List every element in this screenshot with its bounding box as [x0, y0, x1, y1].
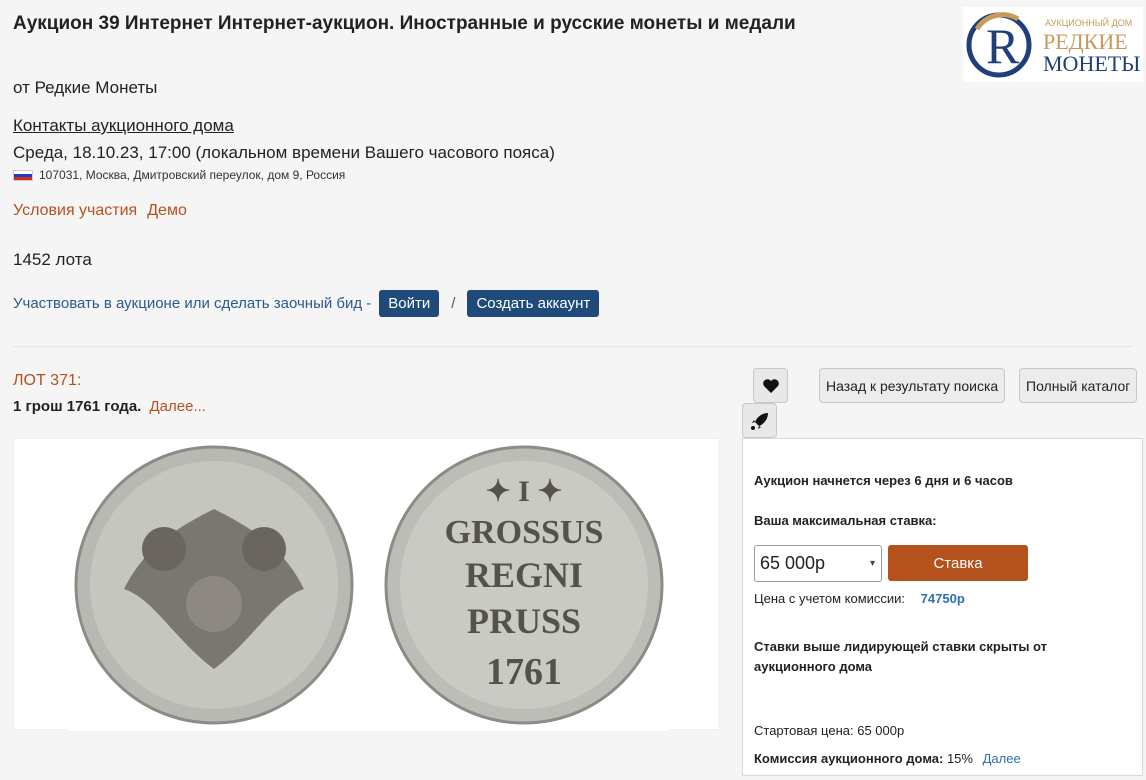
auction-house-name: от Редкие Монеты [13, 78, 158, 97]
demo-link[interactable]: Демо [147, 202, 187, 220]
auction-date: Среда, 18.10.23, 17:00 (локальном времен… [13, 143, 555, 162]
heart-icon [762, 378, 779, 393]
participate-text: Участвовать в аукционе или сделать заочн… [13, 295, 372, 312]
start-price-value: 65 000р [857, 723, 905, 738]
commission-price-row: Цена с учетом комиссии: 74750р [754, 591, 965, 606]
start-price-row: Стартовая цена: 65 000р [754, 723, 904, 738]
house-commission-value: 15% [946, 751, 973, 766]
house-commission-more-link[interactable]: Далее [983, 751, 1021, 766]
separator: / [451, 295, 456, 312]
chevron-down-icon: ▾ [869, 558, 875, 569]
lot-photo[interactable]: ✦ I ✦ GROSSUS REGNI PRUSS 1761 [13, 438, 719, 731]
reverse-legend-line-5: 1761 [486, 651, 562, 693]
terms-links: Условия участия Демо [13, 202, 187, 220]
logo-small-caption: АУКЦИОННЫЙ ДОМ [1045, 17, 1132, 28]
max-bid-select[interactable]: 65 000р ▾ [754, 545, 882, 582]
start-price-label: Стартовая цена: [754, 723, 854, 738]
place-bid-button[interactable]: Ставка [888, 545, 1028, 581]
reverse-legend-line-1: ✦ I ✦ [486, 475, 563, 508]
favorite-button[interactable] [753, 368, 788, 403]
russia-flag-icon [13, 169, 33, 181]
lot-more-link[interactable]: Далее... [150, 398, 206, 415]
reverse-legend-line-4: PRUSS [467, 601, 581, 641]
back-to-results-button[interactable]: Назад к результату поиска [819, 368, 1006, 403]
contacts-link[interactable]: Контакты аукционного дома [13, 116, 234, 136]
address-text: 107031, Москва, Дмитровский переулок, до… [39, 168, 346, 182]
logo-letter: R [986, 18, 1020, 74]
logo-line-2: МОНЕТЫ [1043, 51, 1140, 76]
reverse-legend-line-3: REGNI [465, 555, 583, 595]
notify-button[interactable] [742, 403, 777, 438]
rocket-icon [750, 412, 768, 430]
auction-title: Аукцион 39 Интернет Интернет-аукцион. Ин… [13, 13, 796, 34]
bid-panel: Аукцион начнется через 6 дня и 6 часов В… [742, 438, 1143, 776]
commission-price-value: 74750р [920, 591, 965, 606]
coin-obverse-image [74, 445, 354, 725]
create-account-button[interactable]: Создать аккаунт [467, 290, 600, 317]
auction-address: 107031, Москва, Дмитровский переулок, до… [13, 168, 345, 182]
login-button[interactable]: Войти [379, 290, 440, 317]
full-catalog-button[interactable]: Полный каталог [1019, 368, 1138, 403]
lot-title: 1 грош 1761 года. [13, 398, 142, 415]
commission-price-label: Цена с учетом комиссии: [754, 591, 906, 606]
house-commission-row: Комиссия аукционного дома: 15% Далее [754, 751, 1021, 766]
selected-bid-value: 65 000р [760, 553, 826, 573]
lot-description: 1 грош 1761 года. Далее... [13, 398, 206, 415]
reverse-legend-line-2: GROSSUS [445, 514, 604, 551]
section-divider [13, 346, 1133, 347]
terms-link[interactable]: Условия участия [13, 202, 137, 220]
lot-number: ЛОТ 371: [13, 372, 82, 389]
max-bid-label: Ваша максимальная ставка: [754, 513, 937, 528]
auction-house-logo[interactable]: R АУКЦИОННЫЙ ДОМ РЕДКИЕ МОНЕТЫ [963, 7, 1143, 82]
hidden-bids-note: Ставки выше лидирующей ставки скрыты от … [754, 639, 1048, 674]
auction-starts-in: Аукцион начнется через 6 дня и 6 часов [754, 473, 1013, 488]
house-commission-label: Комиссия аукционного дома: [754, 751, 944, 766]
lots-count: 1452 лота [13, 250, 92, 269]
coin-reverse-image: ✦ I ✦ GROSSUS REGNI PRUSS 1761 [384, 445, 664, 725]
participate-row: Участвовать в аукционе или сделать заочн… [13, 290, 600, 317]
